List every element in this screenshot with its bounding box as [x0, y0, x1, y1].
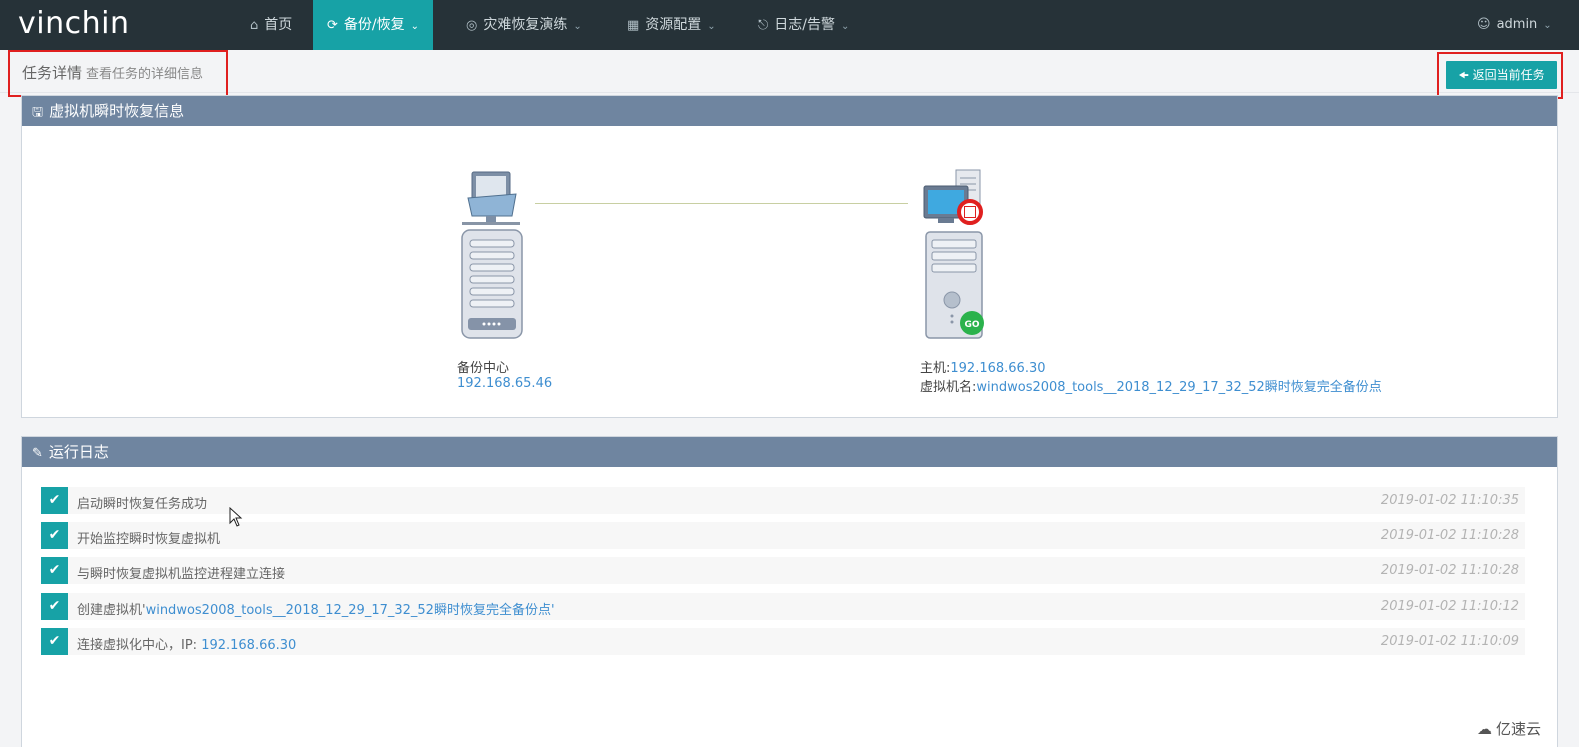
nav-item-home[interactable]: ⌂ 首页: [250, 0, 292, 50]
connection-line: [535, 203, 908, 204]
nav-label: 备份/恢复: [343, 17, 405, 33]
target-icon: ◎: [466, 18, 478, 33]
bell-icon: ⎋: [758, 18, 769, 33]
nav-label: 灾难恢复演练: [483, 17, 568, 33]
log-text: 连接虚拟化中心，IP: 192.168.66.30: [77, 634, 296, 653]
svg-text:GO: GO: [964, 320, 979, 330]
host-info: 主机:192.168.66.30: [920, 357, 1046, 376]
refresh-icon: ⟳: [327, 18, 338, 33]
log-message: 启动瞬时恢复任务成功: [77, 497, 208, 512]
check-icon: ✔: [41, 557, 68, 584]
nav-item-dr-drill[interactable]: ◎ 灾难恢复演练 ⌄: [466, 0, 582, 50]
check-icon: ✔: [41, 628, 68, 655]
backup-center-server-icon: [461, 171, 523, 339]
log-entry: ✔ 连接虚拟化中心，IP: 192.168.66.30 2019-01-02 1…: [41, 628, 1525, 655]
chevron-down-icon: ⌄: [410, 21, 420, 32]
log-message: 连接虚拟化中心，IP:: [77, 638, 202, 653]
nav-item-resources[interactable]: ▦ 资源配置 ⌄: [627, 0, 716, 50]
log-timestamp: 2019-01-02 11:10:09: [1380, 634, 1519, 649]
nav-item-logs-alerts[interactable]: ⎋ 日志/告警 ⌄: [758, 0, 849, 50]
user-icon: ☺: [1477, 17, 1491, 32]
log-timestamp: 2019-01-02 11:10:12: [1380, 599, 1519, 614]
watermark-text: 亿速云: [1496, 720, 1542, 738]
highlight-box-title: [8, 50, 228, 97]
host-ip[interactable]: 192.168.66.30: [950, 361, 1045, 376]
log-message: 创建虚拟机': [77, 603, 146, 618]
log-message: 开始监控瞬时恢复虚拟机: [77, 532, 221, 547]
backup-center-name: 备份中心: [457, 361, 510, 376]
panel-title: 运行日志: [48, 443, 109, 461]
page-header: 任务详情 查看任务的详细信息: [0, 50, 1579, 93]
user-name: admin: [1496, 17, 1538, 32]
nav-label: 日志/告警: [774, 17, 836, 33]
check-icon: ✔: [41, 593, 68, 620]
log-ip-link[interactable]: 192.168.66.30: [201, 638, 296, 653]
nav-label: 首页: [264, 17, 293, 33]
check-icon: ✔: [41, 522, 68, 549]
log-entry: ✔ 启动瞬时恢复任务成功 2019-01-02 11:10:35: [41, 487, 1525, 514]
chevron-down-icon: ⌄: [707, 21, 716, 32]
nav-label: 资源配置: [645, 17, 702, 33]
log-vm-link[interactable]: windwos2008_tools__2018_12_29_17_32_52瞬时…: [146, 603, 551, 618]
run-log-panel: ✎ 运行日志: [21, 436, 1558, 747]
restore-info-panel: 🖫 虚拟机瞬时恢复信息: [21, 95, 1558, 418]
top-navbar: vinchin ⌂ 首页 ⟳ 备份/恢复 ⌄ ◎ 灾难恢复演练 ⌄ ▦ 资源配置 ⌄ ⎋ 日志/…: [0, 0, 1579, 50]
panel-title: 虚拟机瞬时恢复信息: [49, 102, 185, 120]
log-text: 与瞬时恢复虚拟机监控进程建立连接: [77, 563, 285, 582]
app-logo[interactable]: vinchin: [18, 6, 129, 41]
log-timestamp: 2019-01-02 11:10:28: [1380, 528, 1519, 543]
cloud-icon: ☁: [1477, 720, 1492, 738]
chevron-down-icon: ⌄: [1543, 20, 1552, 31]
log-message: 与瞬时恢复虚拟机监控进程建立连接: [77, 567, 286, 582]
host-label: 主机:: [920, 361, 951, 376]
log-entry: ✔ 创建虚拟机'windwos2008_tools__2018_12_29_17…: [41, 593, 1525, 620]
edit-icon: ✎: [32, 446, 43, 461]
user-menu[interactable]: ☺ admin ⌄: [1477, 0, 1552, 50]
backup-center-ip[interactable]: 192.168.65.46: [457, 376, 552, 391]
watermark: ☁ 亿速云: [1477, 718, 1541, 739]
vm-host-icon: GO: [923, 169, 984, 339]
log-text: 开始监控瞬时恢复虚拟机: [77, 528, 220, 547]
log-text: 启动瞬时恢复任务成功: [77, 493, 207, 512]
highlight-box-back: [1437, 52, 1563, 99]
panel-header: ✎ 运行日志: [22, 437, 1557, 467]
vm-name[interactable]: windwos2008_tools__2018_12_29_17_32_52瞬时…: [976, 380, 1381, 395]
chevron-down-icon: ⌄: [573, 21, 582, 32]
grid-icon: ▦: [627, 18, 640, 33]
vm-label: 虚拟机名:: [920, 380, 977, 395]
log-suffix: ': [550, 603, 555, 618]
monitor-icon: 🖫: [32, 105, 44, 120]
nav-item-backup-restore[interactable]: ⟳ 备份/恢复 ⌄: [313, 0, 434, 50]
log-timestamp: 2019-01-02 11:10:35: [1380, 493, 1519, 508]
log-timestamp: 2019-01-02 11:10:28: [1380, 563, 1519, 578]
log-entry: ✔ 与瞬时恢复虚拟机监控进程建立连接 2019-01-02 11:10:28: [41, 557, 1525, 584]
log-text: 创建虚拟机'windwos2008_tools__2018_12_29_17_3…: [77, 599, 555, 618]
check-icon: ✔: [41, 487, 68, 514]
mouse-cursor-icon: [229, 507, 243, 527]
chevron-down-icon: ⌄: [841, 21, 850, 32]
home-icon: ⌂: [250, 18, 259, 33]
panel-header: 🖫 虚拟机瞬时恢复信息: [22, 96, 1557, 126]
log-entry: ✔ 开始监控瞬时恢复虚拟机 2019-01-02 11:10:28: [41, 522, 1525, 549]
vm-info: 虚拟机名:windwos2008_tools__2018_12_29_17_32…: [920, 376, 1382, 395]
